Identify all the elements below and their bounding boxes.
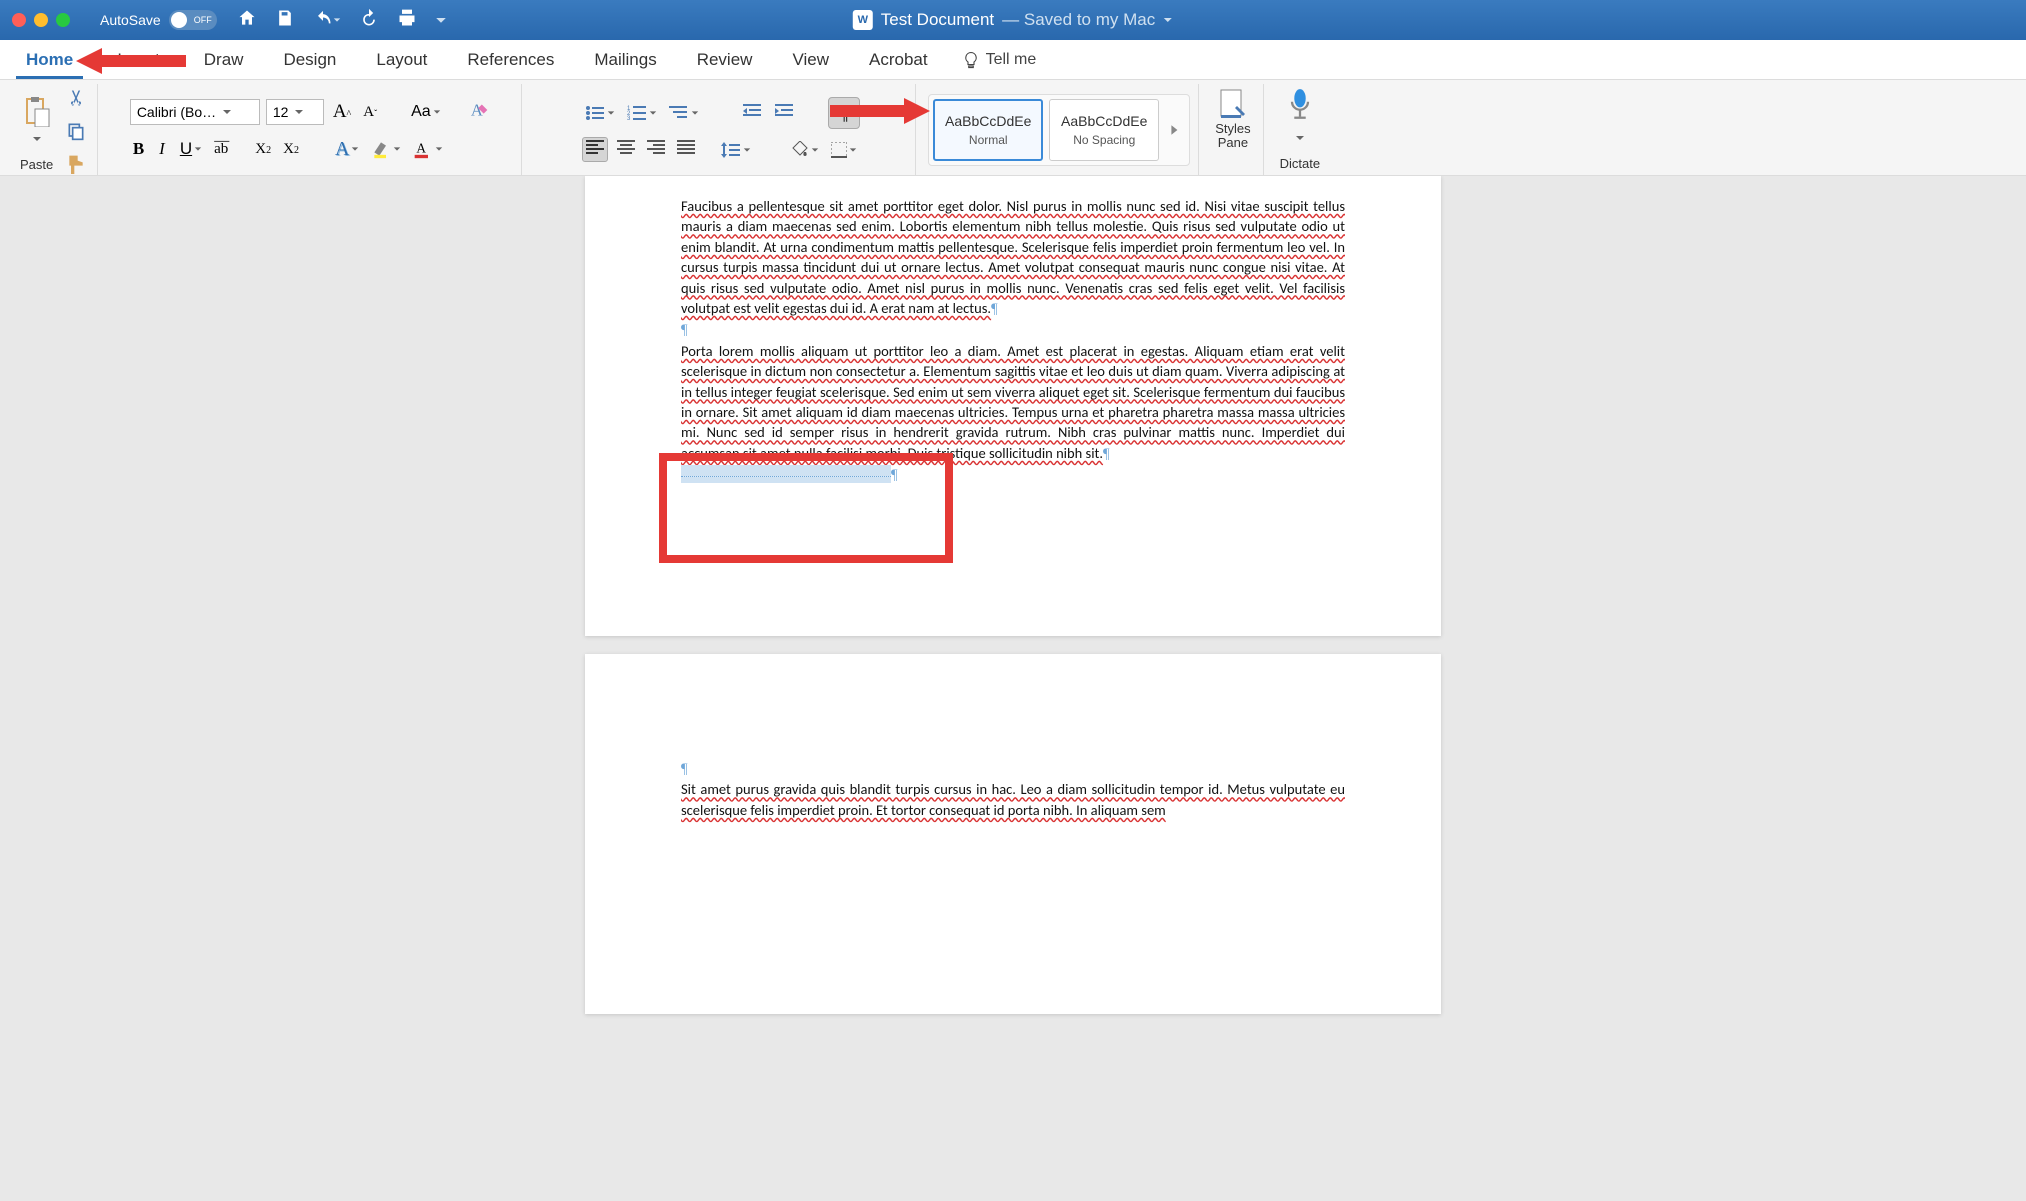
cut-icon[interactable]: [63, 86, 89, 115]
decrease-indent-icon[interactable]: [740, 101, 766, 126]
underline-icon[interactable]: U: [177, 137, 205, 161]
shading-icon[interactable]: [788, 139, 822, 161]
lightbulb-icon: [962, 51, 980, 69]
tab-home[interactable]: Home: [6, 40, 93, 79]
subscript-icon[interactable]: X2: [252, 139, 274, 160]
superscript-icon[interactable]: X2: [280, 139, 302, 160]
document-title[interactable]: W Test Document — Saved to my Mac: [853, 10, 1173, 30]
font-size-combo[interactable]: 12: [266, 99, 324, 125]
window-controls: [12, 13, 70, 27]
close-window-icon[interactable]: [12, 13, 26, 27]
paragraph-3[interactable]: Sit amet purus gravida quis blandit turp…: [681, 779, 1345, 820]
print-icon[interactable]: [397, 8, 417, 33]
empty-paragraph-2[interactable]: ¶: [681, 758, 1345, 779]
repeat-icon[interactable]: [359, 8, 379, 33]
dictate-button[interactable]: Dictate: [1276, 86, 1324, 173]
tab-design[interactable]: Design: [263, 40, 356, 79]
styles-group: AaBbCcDdEe Normal AaBbCcDdEe No Spacing: [920, 84, 1199, 175]
change-case-icon[interactable]: Aa: [408, 101, 444, 123]
tab-references[interactable]: References: [447, 40, 574, 79]
style-normal[interactable]: AaBbCcDdEe Normal: [933, 99, 1043, 161]
show-paragraph-marks-button[interactable]: ¶: [828, 97, 860, 129]
font-group: Calibri (Bo… 12 A^ Aˇ Aa A B I U ab—: [102, 84, 522, 175]
bullet-list-icon[interactable]: [582, 103, 618, 123]
home-icon[interactable]: [237, 8, 257, 33]
tab-review[interactable]: Review: [677, 40, 773, 79]
style-no-spacing[interactable]: AaBbCcDdEe No Spacing: [1049, 99, 1159, 161]
numbered-list-icon[interactable]: 123: [624, 103, 660, 123]
font-family-combo[interactable]: Calibri (Bo…: [130, 99, 260, 125]
save-icon[interactable]: [275, 8, 295, 33]
tab-acrobat[interactable]: Acrobat: [849, 40, 948, 79]
dictate-group: Dictate: [1268, 84, 1332, 175]
tab-layout[interactable]: Layout: [356, 40, 447, 79]
paragraph-2[interactable]: Porta lorem mollis aliquam ut porttitor …: [681, 341, 1345, 464]
autosave-state: OFF: [194, 15, 212, 25]
minimize-window-icon[interactable]: [34, 13, 48, 27]
copy-icon[interactable]: [63, 119, 89, 148]
document-page-2[interactable]: ¶ Sit amet purus gravida quis blandit tu…: [585, 654, 1441, 1014]
multilevel-list-icon[interactable]: [666, 103, 702, 123]
paragraph-1[interactable]: Faucibus a pellentesque sit amet porttit…: [681, 196, 1345, 319]
autosave-switch[interactable]: OFF: [169, 10, 217, 30]
tab-view[interactable]: View: [772, 40, 849, 79]
bold-icon[interactable]: B: [130, 137, 147, 161]
highlight-icon[interactable]: [368, 137, 404, 161]
tab-mailings[interactable]: Mailings: [574, 40, 676, 79]
align-right-icon[interactable]: [644, 138, 668, 161]
autosave-toggle[interactable]: AutoSave OFF: [100, 10, 217, 30]
paste-label: Paste: [20, 157, 53, 172]
svg-text:3: 3: [627, 116, 631, 121]
doc-title-text: Test Document: [881, 10, 994, 30]
increase-font-icon[interactable]: A^: [330, 99, 354, 125]
document-page-1[interactable]: Faucibus a pellentesque sit amet porttit…: [585, 176, 1441, 636]
word-app-icon: W: [853, 10, 873, 30]
font-color-icon[interactable]: A: [410, 137, 446, 161]
styles-pane-button[interactable]: Styles Pane: [1211, 86, 1254, 152]
strikethrough-icon[interactable]: ab—: [211, 139, 246, 160]
align-center-icon[interactable]: [614, 138, 638, 161]
align-left-icon[interactable]: [582, 137, 608, 162]
maximize-window-icon[interactable]: [56, 13, 70, 27]
paragraph-group: 123 ¶: [526, 84, 916, 175]
ribbon-home: Paste Calibri (Bo… 12 A^ Aˇ: [0, 80, 2026, 176]
document-workspace[interactable]: Faucibus a pellentesque sit amet porttit…: [0, 176, 2026, 1201]
styles-pane-label: Styles Pane: [1215, 122, 1250, 150]
svg-text:A: A: [417, 140, 427, 155]
paste-button[interactable]: Paste: [16, 93, 57, 174]
italic-icon[interactable]: I: [153, 139, 171, 159]
ribbon-tabs: Home Insert Draw Design Layout Reference…: [0, 40, 2026, 80]
clear-formatting-icon[interactable]: A: [466, 97, 494, 128]
autosave-label: AutoSave: [100, 12, 161, 28]
increase-indent-icon[interactable]: [772, 101, 798, 126]
styles-pane-group: Styles Pane: [1203, 84, 1263, 175]
undo-icon[interactable]: [313, 10, 341, 30]
quick-access-toolbar: [237, 8, 447, 33]
tab-insert[interactable]: Insert: [93, 40, 184, 79]
tab-draw[interactable]: Draw: [184, 40, 264, 79]
empty-paragraph[interactable]: ¶: [681, 319, 1345, 340]
decrease-font-icon[interactable]: Aˇ: [360, 102, 380, 123]
dictate-label: Dictate: [1280, 156, 1320, 171]
text-effects-icon[interactable]: A: [332, 136, 362, 163]
borders-icon[interactable]: [828, 140, 860, 160]
title-dropdown-icon[interactable]: [1163, 15, 1173, 25]
clipboard-group: Paste: [8, 84, 98, 175]
tell-me-search[interactable]: Tell me: [948, 40, 1051, 79]
justify-icon[interactable]: [674, 138, 698, 161]
titlebar: AutoSave OFF W Test Document — Saved to …: [0, 0, 2026, 40]
styles-gallery-expand[interactable]: [1165, 124, 1185, 136]
line-spacing-icon[interactable]: [718, 140, 754, 160]
customize-qat-icon[interactable]: [435, 8, 447, 33]
save-status: — Saved to my Mac: [1002, 10, 1155, 30]
tell-me-label: Tell me: [986, 51, 1037, 69]
page-break-paragraph[interactable]: ¶: [681, 464, 1345, 485]
